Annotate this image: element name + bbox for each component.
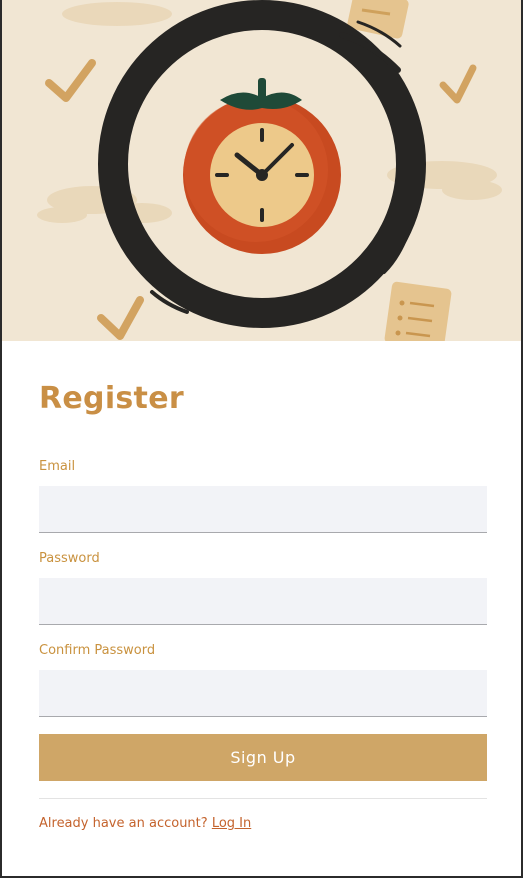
checkmark-icon xyxy=(97,296,144,340)
tomato-clock-icon xyxy=(183,78,341,254)
confirm-password-field[interactable] xyxy=(39,670,487,717)
sign-up-button[interactable]: Sign Up xyxy=(39,734,487,781)
checkmark-icon xyxy=(439,64,477,104)
password-label: Password xyxy=(39,551,100,566)
email-label: Email xyxy=(39,459,76,474)
email-field[interactable] xyxy=(39,486,487,533)
register-page: Register Email Password Confirm Password… xyxy=(0,0,523,878)
login-prompt-text: Already have an account? xyxy=(39,816,208,831)
checkmark-icon xyxy=(45,59,96,102)
divider xyxy=(39,798,487,799)
note-icon xyxy=(384,281,452,341)
password-field[interactable] xyxy=(39,578,487,625)
login-link[interactable]: Log In xyxy=(212,816,251,831)
register-form: Register Email Password Confirm Password… xyxy=(2,341,521,876)
login-prompt: Already have an account? Log In xyxy=(39,816,251,831)
hero-illustration xyxy=(2,0,521,341)
confirm-password-label: Confirm Password xyxy=(39,643,156,658)
page-title: Register xyxy=(39,381,184,416)
